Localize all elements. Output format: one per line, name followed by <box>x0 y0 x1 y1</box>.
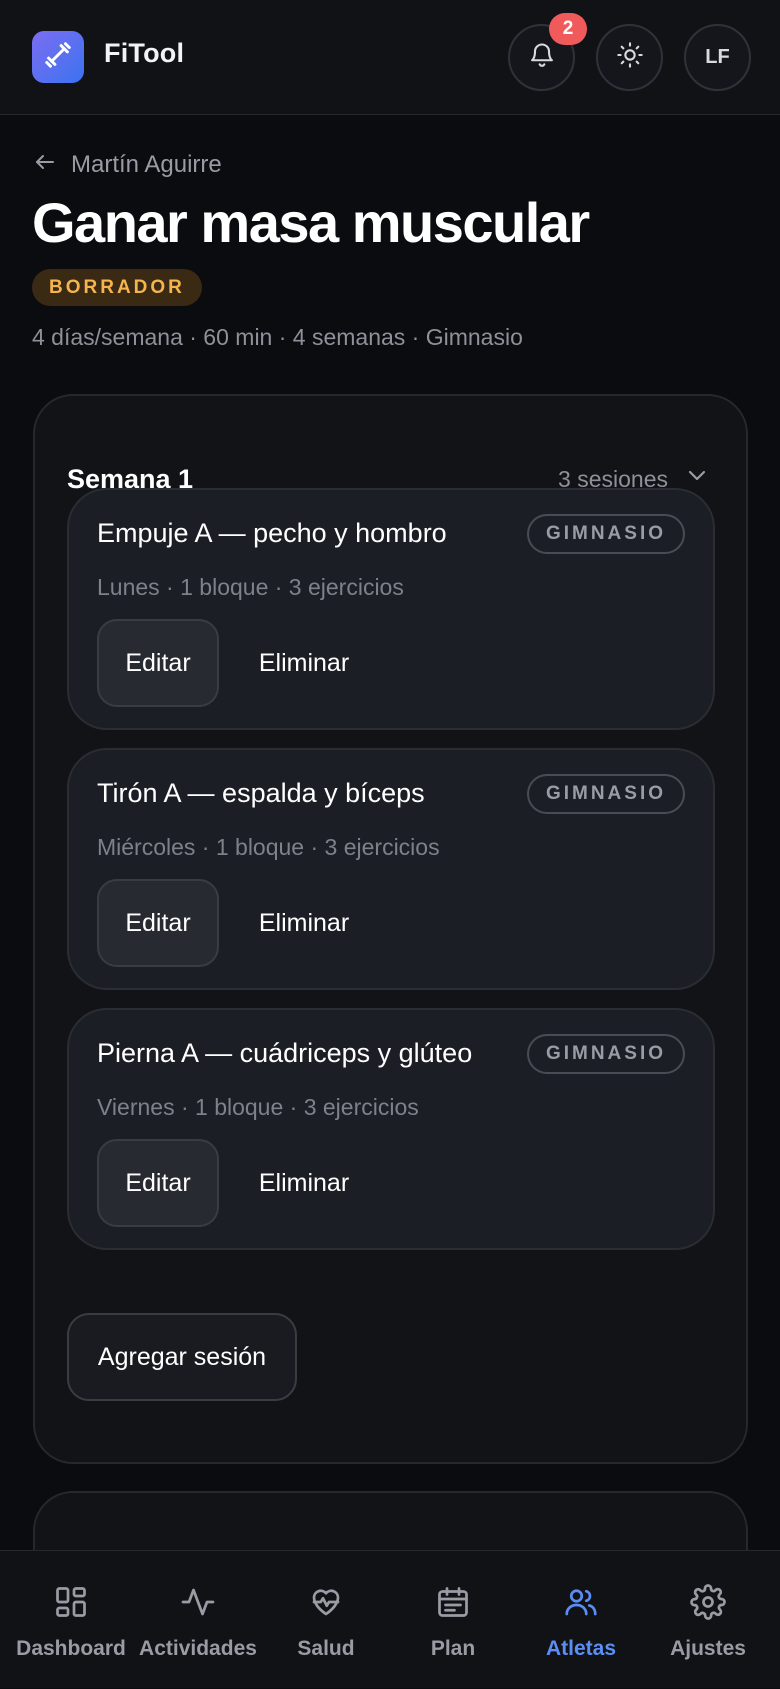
edit-session-button[interactable]: Editar <box>97 1139 219 1227</box>
edit-session-button[interactable]: Editar <box>97 619 219 707</box>
status-badge: BORRADOR <box>32 269 202 306</box>
nav-label: Atletas <box>545 1637 617 1660</box>
arrow-left-icon <box>33 150 57 181</box>
nav-item-actividades[interactable]: Actividades <box>134 1551 262 1689</box>
back-link[interactable]: Martín Aguirre <box>33 150 222 180</box>
notification-count-badge: 2 <box>549 13 587 45</box>
chevron-down-icon <box>685 463 709 492</box>
delete-session-button[interactable]: Eliminar <box>249 879 359 967</box>
app-name: FiTool <box>104 38 185 68</box>
dumbbell-icon <box>43 40 73 75</box>
nav-item-plan[interactable]: Plan <box>403 1551 503 1689</box>
theme-toggle-button[interactable] <box>596 24 663 91</box>
session-title: Tirón A — espalda y bíceps <box>97 778 425 808</box>
nav-item-dashboard[interactable]: Dashboard <box>14 1551 128 1689</box>
gear-icon <box>688 1582 728 1622</box>
delete-session-button[interactable]: Eliminar <box>249 1139 359 1227</box>
page-title: Ganar masa muscular <box>32 191 590 254</box>
nav-label: Dashboard <box>16 1637 126 1660</box>
bell-icon <box>528 41 556 74</box>
back-link-label: Martín Aguirre <box>71 151 222 178</box>
top-bar: FiTool 2 LF <box>0 0 780 115</box>
users-icon <box>561 1582 601 1622</box>
bottom-nav: Dashboard Actividades Salud Plan Atletas… <box>0 1550 780 1688</box>
edit-session-button[interactable]: Editar <box>97 879 219 967</box>
add-session-button[interactable]: Agregar sesión <box>67 1313 297 1401</box>
session-title: Empuje A — pecho y hombro <box>97 518 447 548</box>
delete-session-button[interactable]: Eliminar <box>249 619 359 707</box>
nav-label: Salud <box>297 1637 355 1660</box>
heart-pulse-icon <box>306 1582 346 1622</box>
activity-icon <box>178 1582 218 1622</box>
session-card[interactable]: Pierna A — cuádriceps y glúteo GIMNASIO … <box>67 1008 715 1250</box>
session-meta: Miércoles · 1 bloque · 3 ejercicios <box>97 834 440 860</box>
sun-icon <box>616 41 644 74</box>
nav-label: Plan <box>430 1637 476 1660</box>
nav-item-atletas[interactable]: Atletas <box>530 1551 632 1689</box>
week-card: Semana 1 3 sesiones Empuje A — pecho y h… <box>33 394 748 1464</box>
calendar-icon <box>433 1582 473 1622</box>
nav-label: Actividades <box>139 1637 257 1660</box>
user-avatar[interactable]: LF <box>684 24 751 91</box>
nav-label: Ajustes <box>670 1637 746 1660</box>
session-tag: GIMNASIO <box>526 774 685 814</box>
session-meta: Viernes · 1 bloque · 3 ejercicios <box>97 1094 419 1120</box>
week-collapse-toggle[interactable] <box>682 462 712 492</box>
plan-meta: 4 días/semana · 60 min · 4 semanas · Gim… <box>32 324 523 350</box>
session-meta: Lunes · 1 bloque · 3 ejercicios <box>97 574 404 600</box>
session-tag: GIMNASIO <box>526 1034 685 1074</box>
session-card[interactable]: Empuje A — pecho y hombro GIMNASIO Lunes… <box>67 488 715 730</box>
nav-item-salud[interactable]: Salud <box>276 1551 376 1689</box>
session-tag: GIMNASIO <box>526 514 685 554</box>
app-logo[interactable] <box>32 31 84 83</box>
session-card[interactable]: Tirón A — espalda y bíceps GIMNASIO Miér… <box>67 748 715 990</box>
dashboard-icon <box>51 1582 91 1622</box>
session-title: Pierna A — cuádriceps y glúteo <box>97 1038 473 1068</box>
nav-item-ajustes[interactable]: Ajustes <box>658 1551 758 1689</box>
